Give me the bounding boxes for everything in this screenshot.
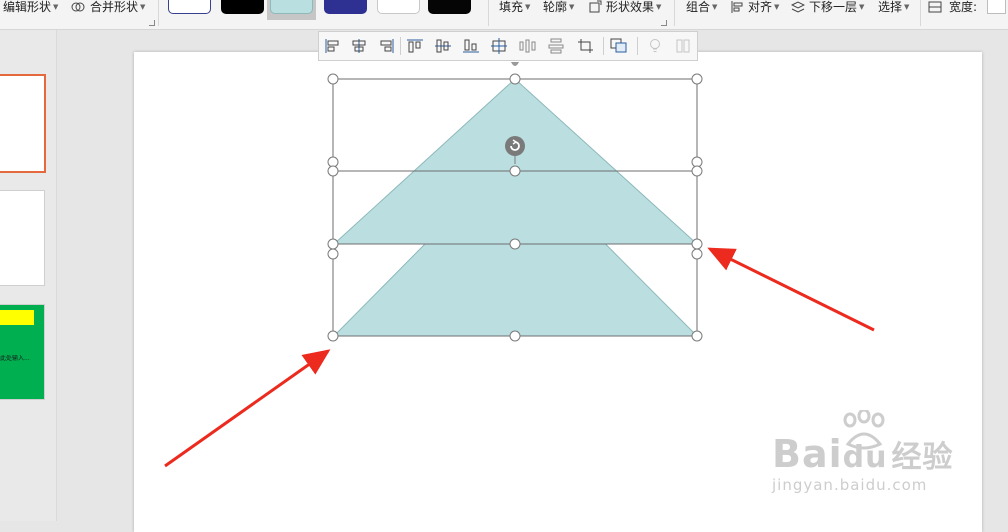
watermark-url: jingyan.baidu.com (772, 476, 928, 494)
align-center-both-icon[interactable] (490, 38, 508, 54)
distribute-vertical-icon[interactable] (547, 38, 565, 54)
resize-handle[interactable] (327, 248, 339, 260)
lightbulb-icon[interactable] (646, 38, 664, 54)
resize-handle[interactable] (691, 165, 703, 177)
align-top-icon[interactable] (406, 38, 424, 54)
align-middle-icon[interactable] (434, 38, 452, 54)
top-handle-marker (511, 62, 519, 66)
floating-align-toolbar (318, 31, 698, 61)
crop-icon[interactable] (577, 38, 595, 54)
resize-handle[interactable] (691, 330, 703, 342)
more-options-icon[interactable] (674, 38, 692, 54)
toolbar-divider (400, 37, 401, 55)
resize-handle[interactable] (327, 73, 339, 85)
distribute-horizontal-icon[interactable] (518, 38, 536, 54)
resize-handle[interactable] (691, 73, 703, 85)
toolbar-divider (603, 37, 604, 55)
group-shapes-icon[interactable] (610, 38, 628, 54)
annotation-arrow-right (707, 247, 875, 332)
annotation-arrow-left (164, 349, 331, 468)
watermark-product: 经验 (891, 440, 954, 475)
resize-handle[interactable] (509, 330, 521, 342)
resize-handle[interactable] (691, 248, 703, 260)
resize-handle[interactable] (327, 330, 339, 342)
resize-handle[interactable] (691, 238, 703, 250)
toolbar-divider (637, 37, 638, 55)
align-left-icon[interactable] (324, 38, 342, 54)
align-center-icon[interactable] (350, 38, 368, 54)
watermark-brand-suffix: du (842, 440, 888, 475)
baidu-jingyan-watermark: Baidu 经验 jingyan.baidu.com (772, 410, 972, 500)
align-bottom-icon[interactable] (462, 38, 480, 54)
align-right-icon[interactable] (377, 38, 395, 54)
resize-handle[interactable] (509, 238, 521, 250)
resize-handle[interactable] (509, 73, 521, 85)
resize-handle[interactable] (327, 238, 339, 250)
resize-handle[interactable] (327, 165, 339, 177)
resize-handle[interactable] (509, 165, 521, 177)
watermark-brand: Bai (772, 432, 843, 476)
